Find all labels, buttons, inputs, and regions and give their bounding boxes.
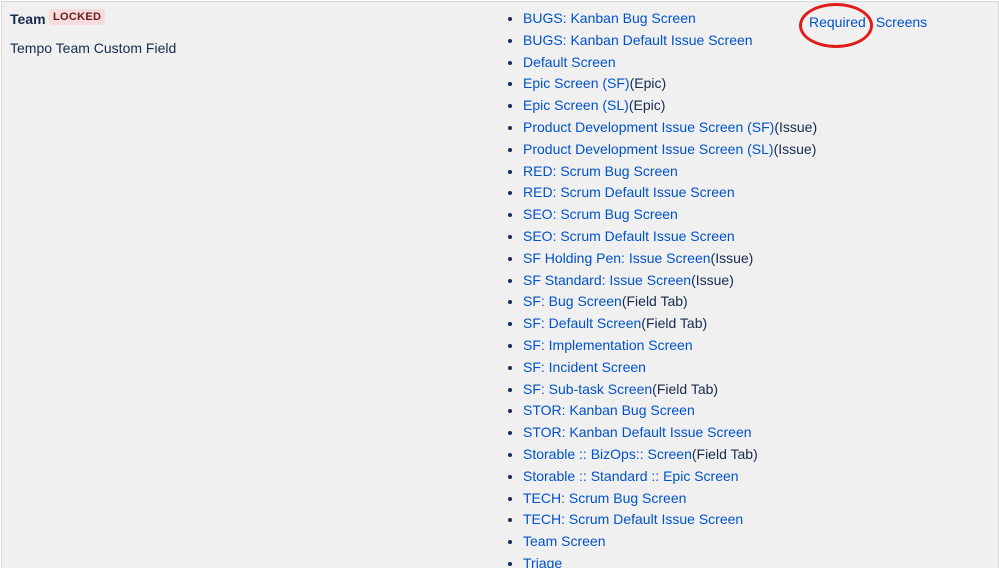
screen-link[interactable]: SF: Sub-task Screen bbox=[523, 381, 652, 397]
screen-list-item: STOR: Kanban Bug Screen bbox=[523, 400, 817, 422]
screen-list-item: TECH: Scrum Bug Screen bbox=[523, 488, 817, 510]
screen-list-item: SF: Implementation Screen bbox=[523, 335, 817, 357]
screen-list-item: SF: Default Screen(Field Tab) bbox=[523, 313, 817, 335]
screen-list-item: SEO: Scrum Bug Screen bbox=[523, 204, 817, 226]
screen-link[interactable]: Epic Screen (SF) bbox=[523, 75, 630, 91]
screen-link[interactable]: SEO: Scrum Default Issue Screen bbox=[523, 228, 735, 244]
screen-link[interactable]: Team Screen bbox=[523, 533, 605, 549]
screen-list-item: SF: Sub-task Screen(Field Tab) bbox=[523, 379, 817, 401]
screen-list-item: Product Development Issue Screen (SL)(Is… bbox=[523, 139, 817, 161]
screen-link[interactable]: STOR: Kanban Bug Screen bbox=[523, 402, 695, 418]
screen-list-item: Team Screen bbox=[523, 531, 817, 553]
screen-link[interactable]: BUGS: Kanban Bug Screen bbox=[523, 10, 696, 26]
screen-tab-suffix: (Epic) bbox=[628, 97, 666, 114]
screen-link[interactable]: SF: Default Screen bbox=[523, 315, 641, 331]
screen-list-item: Epic Screen (SF)(Epic) bbox=[523, 73, 817, 95]
field-config-row: Team LOCKED Tempo Team Custom Field BUGS… bbox=[1, 1, 999, 568]
screen-link[interactable]: Product Development Issue Screen (SF) bbox=[523, 119, 774, 135]
screen-list-item: Product Development Issue Screen (SF)(Is… bbox=[523, 117, 817, 139]
screen-tab-suffix: (Issue) bbox=[774, 118, 818, 135]
screen-tab-suffix: (Field Tab) bbox=[691, 445, 758, 462]
field-description: Tempo Team Custom Field bbox=[10, 40, 177, 56]
locked-badge: LOCKED bbox=[49, 9, 106, 25]
screen-tab-suffix: (Epic) bbox=[629, 75, 667, 92]
screen-list-item: SEO: Scrum Default Issue Screen bbox=[523, 226, 817, 248]
screen-link[interactable]: SF Holding Pen: Issue Screen bbox=[523, 250, 711, 266]
screen-link[interactable]: Epic Screen (SL) bbox=[523, 97, 629, 113]
screen-tab-suffix: (Field Tab) bbox=[621, 293, 688, 310]
screen-list-item: BUGS: Kanban Bug Screen bbox=[523, 8, 817, 30]
screen-list-item: SF Standard: Issue Screen(Issue) bbox=[523, 270, 817, 292]
screen-link[interactable]: BUGS: Kanban Default Issue Screen bbox=[523, 32, 753, 48]
screen-tab-suffix: (Issue) bbox=[773, 140, 817, 157]
screen-list-item: SF: Bug Screen(Field Tab) bbox=[523, 291, 817, 313]
screen-list-item: SF: Incident Screen bbox=[523, 357, 817, 379]
screens-link[interactable]: Screens bbox=[876, 14, 927, 30]
screen-link[interactable]: SF: Incident Screen bbox=[523, 359, 646, 375]
screen-link[interactable]: TECH: Scrum Bug Screen bbox=[523, 490, 686, 506]
screen-list-item: SF Holding Pen: Issue Screen(Issue) bbox=[523, 248, 817, 270]
screen-link[interactable]: SF Standard: Issue Screen bbox=[523, 272, 691, 288]
screen-list-item: TECH: Scrum Default Issue Screen bbox=[523, 509, 817, 531]
screen-list-item: RED: Scrum Bug Screen bbox=[523, 161, 817, 183]
screen-link[interactable]: Default Screen bbox=[523, 54, 616, 70]
screen-list-item: RED: Scrum Default Issue Screen bbox=[523, 182, 817, 204]
screen-list-item: Epic Screen (SL)(Epic) bbox=[523, 95, 817, 117]
screen-link[interactable]: Storable :: Standard :: Epic Screen bbox=[523, 468, 739, 484]
screen-link[interactable]: RED: Scrum Default Issue Screen bbox=[523, 184, 735, 200]
screen-list-item: BUGS: Kanban Default Issue Screen bbox=[523, 30, 817, 52]
screen-list-item: Storable :: Standard :: Epic Screen bbox=[523, 466, 817, 488]
screen-tab-suffix: (Field Tab) bbox=[641, 315, 708, 332]
field-name: Team bbox=[10, 11, 46, 27]
required-link[interactable]: Required bbox=[809, 14, 866, 30]
screen-link[interactable]: TECH: Scrum Default Issue Screen bbox=[523, 511, 743, 527]
screen-link[interactable]: SF: Bug Screen bbox=[523, 293, 622, 309]
field-actions: Required Screens bbox=[809, 13, 927, 31]
screen-link[interactable]: Triage bbox=[523, 555, 562, 568]
screen-link[interactable]: SF: Implementation Screen bbox=[523, 337, 693, 353]
screen-link[interactable]: Product Development Issue Screen (SL) bbox=[523, 141, 774, 157]
screen-link[interactable]: STOR: Kanban Default Issue Screen bbox=[523, 424, 752, 440]
screens-list: BUGS: Kanban Bug Screen BUGS: Kanban Defa… bbox=[508, 8, 817, 568]
screen-tab-suffix: (Issue) bbox=[691, 271, 734, 288]
screen-tab-suffix: (Field Tab) bbox=[652, 380, 719, 397]
screen-list-item: Triage bbox=[523, 553, 817, 568]
screen-link[interactable]: Storable :: BizOps:: Screen bbox=[523, 446, 692, 462]
screen-tab-suffix: (Issue) bbox=[710, 249, 754, 266]
screen-list-item: Storable :: BizOps:: Screen(Field Tab) bbox=[523, 444, 817, 466]
screen-link[interactable]: RED: Scrum Bug Screen bbox=[523, 163, 678, 179]
screen-list-item: Default Screen bbox=[523, 52, 817, 74]
screen-link[interactable]: SEO: Scrum Bug Screen bbox=[523, 206, 678, 222]
screen-list-item: STOR: Kanban Default Issue Screen bbox=[523, 422, 817, 444]
